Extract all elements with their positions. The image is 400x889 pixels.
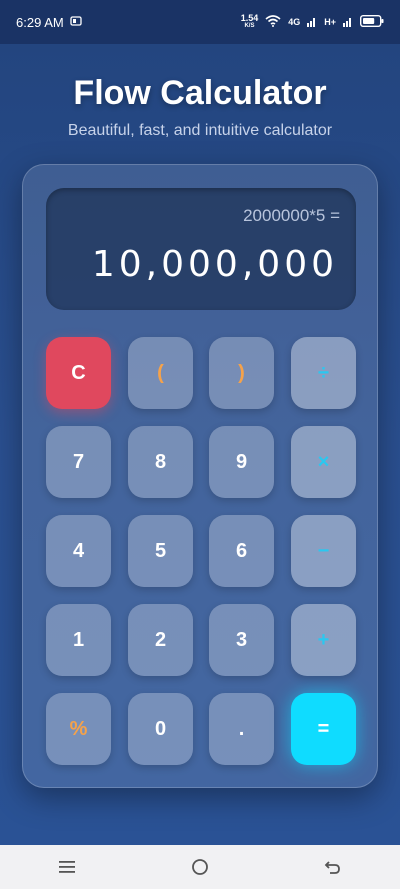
digit-2-button[interactable]: 2 [128,604,193,676]
system-nav-bar [0,845,400,889]
digit-4-button[interactable]: 4 [46,515,111,587]
menu-icon[interactable] [52,852,82,882]
digit-8-button[interactable]: 8 [128,426,193,498]
home-icon[interactable] [185,852,215,882]
digit-1-button[interactable]: 1 [46,604,111,676]
digit-6-button[interactable]: 6 [209,515,274,587]
net-speed: 1.54 K/S [240,13,259,30]
multiply-button[interactable]: × [291,426,356,498]
divide-button[interactable]: ÷ [291,337,356,409]
status-time: 6:29 AM [16,14,64,30]
back-icon[interactable] [318,852,348,882]
subtract-button[interactable]: − [291,515,356,587]
digit-3-button[interactable]: 3 [209,604,274,676]
expression-text: 2000000*5 = [243,206,340,225]
clear-button[interactable]: C [46,337,111,409]
equals-button[interactable]: = [291,693,356,765]
network-4g-label: 4G [288,17,301,27]
battery-icon [359,14,384,29]
signal-icon-2 [343,15,353,29]
digit-7-button[interactable]: 7 [46,426,111,498]
app-background: Flow Calculator Beautiful, fast, and int… [0,44,400,845]
wifi-icon [265,15,281,29]
app-title: Flow Calculator [73,74,327,112]
status-bar: 6:29 AM 1.54 K/S 4G H+ [0,0,400,44]
decimal-button[interactable]: . [209,693,274,765]
network-hplus-label: H+ [324,17,336,27]
add-button[interactable]: + [291,604,356,676]
open-paren-button[interactable]: ( [128,337,193,409]
digit-0-button[interactable]: 0 [128,693,193,765]
calculator-display: 2000000*5 = 10,000,000 [46,188,356,310]
digit-9-button[interactable]: 9 [209,426,274,498]
percent-button[interactable]: % [46,693,111,765]
notification-icon [70,15,82,30]
digit-5-button[interactable]: 5 [128,515,193,587]
close-paren-button[interactable]: ) [209,337,274,409]
signal-icon-1 [307,15,317,29]
result-text: 10,000,000 [91,244,338,285]
app-subtitle: Beautiful, fast, and intuitive calculato… [67,122,333,139]
calculator-card: 2000000*5 = 10,000,000 C ( ) ÷ 7 8 9 × 4… [22,164,378,788]
